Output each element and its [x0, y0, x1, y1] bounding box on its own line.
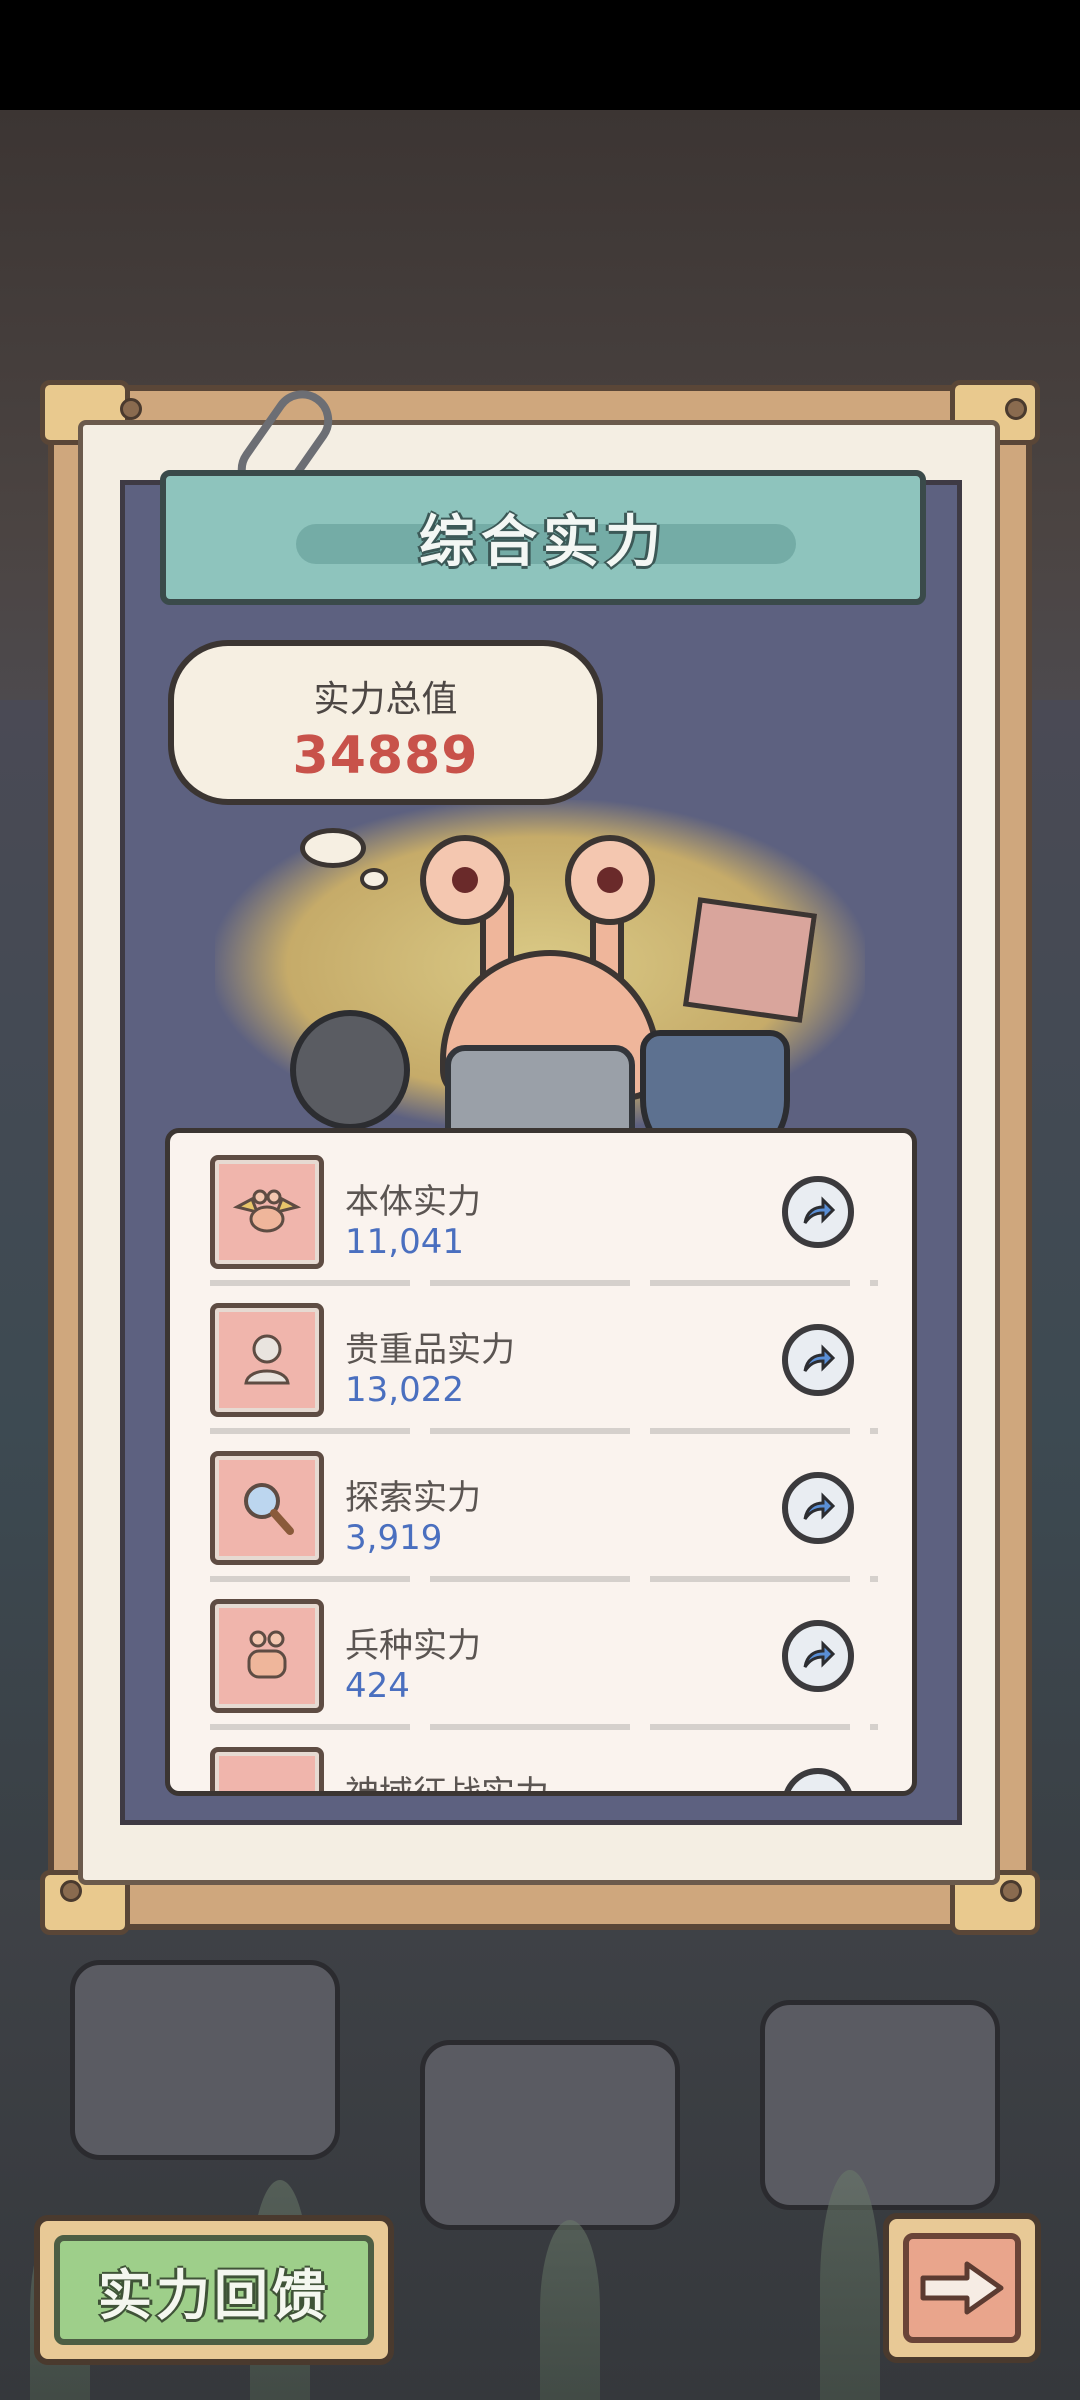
rock-decoration	[760, 2000, 1000, 2210]
magnifier-icon	[210, 1451, 324, 1565]
thought-bubble-dot	[300, 828, 366, 868]
stat-value: 3,919	[345, 1518, 443, 1558]
grass-decoration	[820, 2170, 880, 2400]
stat-title: 本体实力	[345, 1182, 481, 1222]
bolt-decoration	[1005, 398, 1027, 420]
thought-bubble-dot	[360, 868, 388, 890]
share-button[interactable]	[782, 1768, 854, 1791]
next-button[interactable]	[883, 2213, 1041, 2363]
stat-title: 神域征战实力	[345, 1774, 549, 1796]
stat-title: 探索实力	[345, 1478, 481, 1518]
snail-eye	[565, 835, 655, 925]
power-list[interactable]: 本体实力 11,041 贵重品实力 13,022 探索实力 3,919 兵种实力…	[165, 1128, 917, 1796]
list-item: 探索实力 3,919	[210, 1434, 878, 1582]
power-feedback-button[interactable]: 实力回馈	[34, 2215, 394, 2365]
bust-statue-icon	[210, 1303, 324, 1417]
flag-illustration	[682, 897, 818, 1023]
mace-illustration	[290, 1010, 410, 1130]
snail-eye	[420, 835, 510, 925]
share-arrow-icon	[803, 1640, 836, 1668]
rock-decoration	[420, 2040, 680, 2230]
title-banner: 综合实力	[160, 470, 926, 605]
stat-title: 贵重品实力	[345, 1330, 515, 1370]
list-item: 神域征战实力	[210, 1730, 878, 1796]
total-power-label: 实力总值	[313, 679, 458, 720]
bolt-decoration	[120, 398, 142, 420]
rock-decoration	[70, 1960, 340, 2160]
stat-value: 13,022	[345, 1370, 464, 1410]
bolt-decoration	[1000, 1880, 1022, 1902]
share-button[interactable]	[782, 1472, 854, 1544]
share-button[interactable]	[782, 1620, 854, 1692]
winged-snail-icon	[210, 1155, 324, 1269]
list-item: 贵重品实力 13,022	[210, 1286, 878, 1434]
grass-decoration	[540, 2220, 600, 2400]
total-power-bubble: 实力总值 34889	[168, 640, 603, 805]
page-title: 综合实力	[419, 510, 667, 575]
share-button[interactable]	[782, 1324, 854, 1396]
list-item: 本体实力 11,041	[210, 1138, 878, 1286]
stat-value: 11,041	[345, 1222, 464, 1262]
right-arrow-icon	[920, 2261, 1004, 2315]
share-arrow-icon	[803, 1492, 836, 1520]
share-arrow-icon	[803, 1196, 836, 1224]
status-bar	[0, 0, 1080, 110]
helmet-illustration	[445, 1045, 635, 1135]
snail-soldier-icon	[210, 1599, 324, 1713]
total-power-value: 34889	[292, 726, 479, 786]
bolt-decoration	[60, 1880, 82, 1902]
stat-title: 兵种实力	[345, 1626, 481, 1666]
share-arrow-icon	[803, 1344, 836, 1372]
list-item: 兵种实力 424	[210, 1582, 878, 1730]
stat-value: 424	[345, 1666, 410, 1706]
share-button[interactable]	[782, 1176, 854, 1248]
power-feedback-label: 实力回馈	[54, 2235, 374, 2345]
partial-icon	[210, 1747, 324, 1791]
